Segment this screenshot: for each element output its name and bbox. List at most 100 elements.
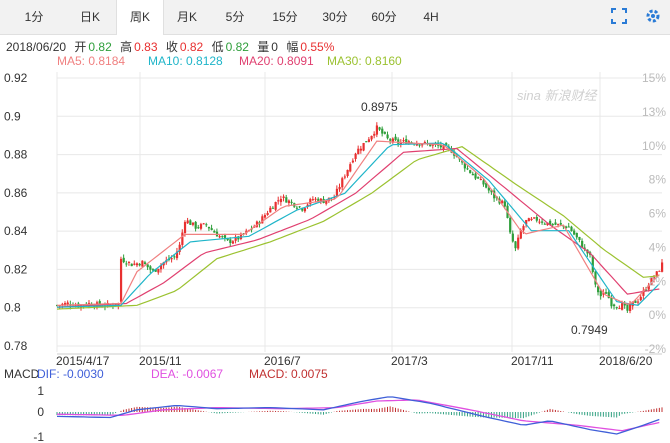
candle-body bbox=[362, 143, 365, 151]
candle-body bbox=[349, 164, 352, 172]
ma30-legend: MA30: 0.8160 bbox=[327, 54, 402, 68]
candle-body bbox=[311, 199, 315, 201]
candle-body bbox=[581, 240, 584, 248]
candle-body bbox=[370, 135, 373, 140]
candle-body bbox=[487, 187, 490, 191]
candle-body bbox=[559, 223, 562, 225]
tab-3[interactable]: 月K bbox=[164, 0, 210, 34]
axes: 0.92 0.9 0.88 0.86 0.84 0.82 0.8 0.78 15% 13% 10% 8… bbox=[4, 71, 666, 368]
info-change: 幅 0.55% bbox=[286, 40, 335, 54]
candle-body bbox=[237, 236, 240, 240]
candle-body bbox=[165, 260, 168, 263]
period-tab-bar: 1分 日K 周K 月K 5分 15分 30分 60分 4H bbox=[0, 0, 670, 35]
candle-body bbox=[125, 263, 128, 265]
candle-body bbox=[114, 304, 117, 306]
candle-body bbox=[213, 231, 216, 233]
y-tick-right: 4% bbox=[649, 240, 667, 254]
candle-body bbox=[327, 197, 331, 202]
low-annotation: 0.7949 bbox=[571, 323, 608, 337]
candle-body bbox=[242, 233, 245, 235]
candle-body bbox=[173, 256, 176, 258]
candle-body bbox=[357, 148, 360, 155]
candle-body bbox=[642, 290, 645, 296]
candle-body bbox=[58, 305, 61, 307]
macd-y-tick: 1 bbox=[37, 384, 44, 398]
macd-title: MACD bbox=[4, 367, 40, 381]
candle-body bbox=[261, 216, 264, 224]
candle-body bbox=[210, 228, 213, 230]
tab-7[interactable]: 60分 bbox=[360, 0, 408, 34]
candle-body bbox=[551, 224, 554, 226]
candle-body bbox=[338, 186, 341, 190]
watermark: sina 新浪财经 bbox=[517, 88, 598, 103]
candle-body bbox=[375, 125, 379, 135]
candle-body bbox=[594, 271, 597, 285]
candle-body bbox=[407, 141, 411, 145]
candle-body bbox=[79, 304, 83, 308]
candle-body bbox=[501, 200, 504, 204]
candle-body bbox=[255, 221, 259, 227]
candle-body bbox=[293, 203, 296, 207]
candle-body bbox=[445, 143, 448, 146]
dif-legend: DIF: -0.0030 bbox=[37, 367, 104, 381]
info-date: 2018/06/20 bbox=[6, 40, 67, 54]
candle-body bbox=[189, 220, 192, 225]
candle-body bbox=[290, 201, 293, 203]
candle-body bbox=[186, 220, 189, 224]
ma20-legend: MA20: 0.8091 bbox=[239, 54, 314, 68]
candle-body bbox=[378, 127, 381, 130]
tab-6[interactable]: 30分 bbox=[310, 0, 360, 34]
x-tick: 2015/11 bbox=[139, 354, 182, 368]
candle-body bbox=[367, 139, 371, 142]
candle-body bbox=[527, 218, 530, 222]
candle-body bbox=[493, 190, 496, 199]
candle-body bbox=[245, 230, 248, 234]
ma10-line bbox=[56, 142, 660, 308]
candle-body bbox=[66, 302, 69, 305]
candle-body bbox=[575, 232, 578, 238]
tab-5[interactable]: 15分 bbox=[260, 0, 310, 34]
candle-body bbox=[239, 233, 243, 239]
candle-body bbox=[330, 197, 333, 199]
candle-body bbox=[567, 226, 570, 228]
ma-lines bbox=[56, 140, 660, 310]
candle-body bbox=[106, 302, 109, 306]
info-volume: 量0 bbox=[257, 40, 278, 54]
tab-4[interactable]: 5分 bbox=[212, 0, 258, 34]
candle-body bbox=[519, 229, 522, 239]
ma5-legend: MA5: 0.8184 bbox=[57, 54, 126, 68]
candle-body bbox=[458, 158, 461, 160]
candle-body bbox=[157, 268, 160, 273]
candle-body bbox=[263, 215, 267, 218]
candle-body bbox=[554, 222, 557, 225]
candle-body bbox=[250, 228, 253, 230]
candle-body bbox=[354, 153, 357, 159]
tab-8[interactable]: 4H bbox=[408, 0, 454, 34]
candle-body bbox=[149, 266, 152, 270]
ma5-line bbox=[56, 140, 660, 306]
candle-body bbox=[618, 308, 621, 310]
candle-body bbox=[525, 220, 528, 225]
candle-body bbox=[287, 200, 291, 204]
candle-body bbox=[101, 306, 104, 308]
tab-1[interactable]: 日K bbox=[68, 0, 112, 34]
settings-icon[interactable] bbox=[644, 7, 662, 25]
candle-body bbox=[95, 302, 99, 308]
candle-body bbox=[426, 143, 429, 145]
candle-body bbox=[538, 221, 541, 223]
candle-body bbox=[631, 301, 634, 307]
candle-body bbox=[415, 143, 419, 146]
candle-body bbox=[56, 305, 59, 307]
candle-body bbox=[133, 263, 136, 265]
tab-2[interactable]: 周K bbox=[116, 0, 164, 35]
y-tick-left: 0.9 bbox=[4, 109, 21, 123]
y-tick-right: 13% bbox=[642, 105, 666, 119]
macd-y-tick: 0 bbox=[37, 405, 44, 419]
tab-0[interactable]: 1分 bbox=[12, 0, 56, 34]
fullscreen-icon[interactable] bbox=[610, 7, 628, 25]
candle-body bbox=[221, 236, 224, 238]
y-tick-left: 0.8 bbox=[4, 301, 21, 315]
candle-body bbox=[477, 177, 480, 179]
candle-body bbox=[282, 196, 285, 198]
candle-body bbox=[637, 301, 640, 303]
